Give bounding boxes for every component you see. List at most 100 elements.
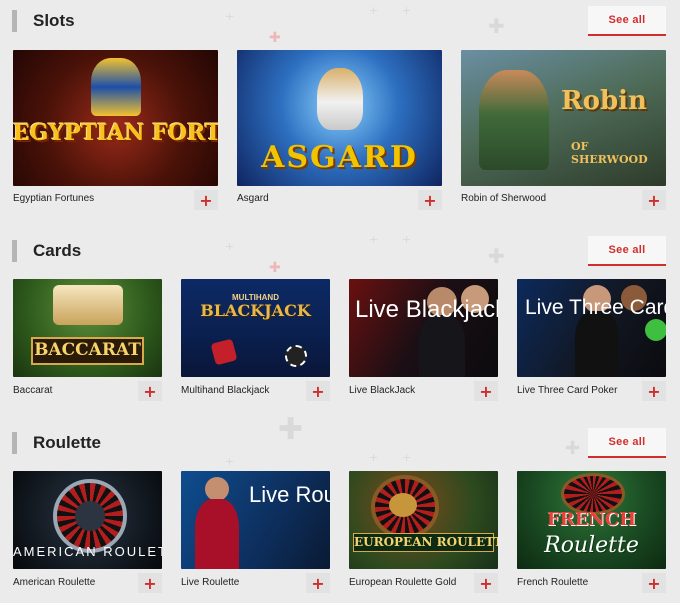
game-thumbnail[interactable]: Live Three Card Poker bbox=[517, 279, 666, 377]
thumbnail-title: BLACKJACK bbox=[200, 301, 311, 320]
game-card[interactable]: EGYPTIAN FORTUNES Egyptian Fortunes + bbox=[13, 50, 218, 210]
characters-art bbox=[479, 70, 549, 170]
chip-art bbox=[645, 319, 666, 341]
plus-icon: + bbox=[479, 381, 493, 401]
game-thumbnail[interactable]: MULTIHAND BLACKJACK bbox=[181, 279, 330, 377]
game-name: Robin of Sherwood bbox=[461, 193, 547, 204]
add-favorite-button[interactable]: + bbox=[306, 381, 330, 401]
game-card[interactable]: Live Blackjack Live BlackJack + bbox=[349, 279, 498, 401]
section-title: Cards bbox=[33, 241, 82, 260]
section-marker bbox=[12, 10, 17, 32]
game-thumbnail[interactable]: EUROPEAN ROULETTE GOLD SERIES bbox=[349, 471, 498, 569]
add-favorite-button[interactable]: + bbox=[306, 573, 330, 593]
section-title: Slots bbox=[33, 11, 75, 30]
plus-icon: + bbox=[647, 573, 661, 593]
pharaoh-art bbox=[91, 58, 141, 116]
game-thumbnail[interactable]: Robin OF SHERWOOD bbox=[461, 50, 666, 186]
thumbnail-title: EGYPTIAN FORTUNES bbox=[13, 120, 218, 146]
see-all-button[interactable]: See all bbox=[588, 428, 666, 458]
dealer-body-art bbox=[575, 311, 619, 377]
add-favorite-button[interactable]: + bbox=[642, 381, 666, 401]
see-all-button[interactable]: See all bbox=[588, 6, 666, 36]
game-card[interactable]: FRENCH Roulette French Roulette + bbox=[517, 471, 666, 593]
add-favorite-button[interactable]: + bbox=[474, 573, 498, 593]
thumbnail-title: FRENCH bbox=[546, 509, 637, 530]
game-name: European Roulette Gold bbox=[349, 577, 457, 588]
game-thumbnail[interactable]: ASGARD bbox=[237, 50, 442, 186]
thumbnail-subtitle: OF SHERWOOD bbox=[571, 140, 648, 166]
game-name: American Roulette bbox=[13, 577, 96, 588]
section-title: Roulette bbox=[33, 433, 101, 452]
game-card[interactable]: AMERICAN ROULETTE American Roulette + bbox=[13, 471, 162, 593]
add-favorite-button[interactable]: + bbox=[138, 573, 162, 593]
plus-icon: + bbox=[311, 381, 325, 401]
decor-plus-icon: + bbox=[369, 4, 379, 17]
dealer-art bbox=[205, 477, 229, 501]
game-thumbnail[interactable]: BACCARAT bbox=[13, 279, 162, 377]
dealer-body-art bbox=[419, 315, 465, 377]
add-favorite-button[interactable]: + bbox=[418, 190, 442, 210]
decor-plus-icon: ✚ bbox=[488, 14, 505, 38]
game-name: Live BlackJack bbox=[349, 385, 416, 396]
game-card[interactable]: EUROPEAN ROULETTE GOLD SERIES European R… bbox=[349, 471, 498, 593]
thumbnail-title: Live Roulette bbox=[249, 482, 330, 507]
plus-icon: + bbox=[143, 573, 157, 593]
game-thumbnail[interactable]: Live Blackjack bbox=[349, 279, 498, 377]
game-card[interactable]: BACCARAT Baccarat + bbox=[13, 279, 162, 401]
section-marker bbox=[12, 240, 17, 262]
game-name: Live Roulette bbox=[181, 577, 240, 588]
see-all-button[interactable]: See all bbox=[588, 236, 666, 266]
decor-plus-icon: ✚ bbox=[278, 412, 304, 447]
thumbnail-title: AMERICAN ROULETTE bbox=[13, 544, 162, 559]
section-header: Slots bbox=[12, 6, 75, 36]
decor-plus-icon: + bbox=[369, 451, 379, 464]
game-thumbnail[interactable]: FRENCH Roulette bbox=[517, 471, 666, 569]
thumbnail-title: Robin bbox=[561, 86, 647, 116]
game-card[interactable]: Live Roulette Live Roulette + bbox=[181, 471, 330, 593]
decor-plus-icon: + bbox=[369, 233, 379, 246]
wheel-center-art bbox=[389, 493, 417, 517]
decor-plus-icon: ✚ bbox=[269, 30, 281, 46]
god-art bbox=[317, 68, 363, 130]
game-name: Live Three Card Poker bbox=[517, 385, 618, 396]
section-header: Cards bbox=[12, 236, 81, 266]
game-name: Baccarat bbox=[13, 385, 53, 396]
game-name: Multihand Blackjack bbox=[181, 385, 270, 396]
playing-cards-art bbox=[53, 285, 123, 325]
decor-plus-icon: + bbox=[402, 4, 412, 17]
game-card[interactable]: ASGARD Asgard + bbox=[237, 50, 442, 210]
chip-art bbox=[285, 345, 307, 367]
plus-icon: + bbox=[479, 573, 493, 593]
wheel-center-art bbox=[75, 501, 105, 531]
game-card[interactable]: MULTIHAND BLACKJACK Multihand Blackjack … bbox=[181, 279, 330, 401]
thumbnail-title: EUROPEAN ROULETTE GOLD SERIES bbox=[353, 533, 498, 552]
add-favorite-button[interactable]: + bbox=[474, 381, 498, 401]
add-favorite-button[interactable]: + bbox=[138, 381, 162, 401]
game-thumbnail[interactable]: EGYPTIAN FORTUNES bbox=[13, 50, 218, 186]
add-favorite-button[interactable]: + bbox=[642, 573, 666, 593]
section-header: Roulette bbox=[12, 428, 101, 458]
game-thumbnail[interactable]: AMERICAN ROULETTE bbox=[13, 471, 162, 569]
add-favorite-button[interactable]: + bbox=[642, 190, 666, 210]
add-favorite-button[interactable]: + bbox=[194, 190, 218, 210]
decor-plus-icon: ✚ bbox=[488, 244, 505, 268]
thumbnail-subtitle: Roulette bbox=[544, 533, 639, 558]
decor-plus-icon: + bbox=[402, 451, 412, 464]
game-card[interactable]: Live Three Card Poker Live Three Card Po… bbox=[517, 279, 666, 401]
thumbnail-title: ASGARD bbox=[261, 140, 418, 175]
game-name: Egyptian Fortunes bbox=[13, 193, 95, 204]
section-marker bbox=[12, 432, 17, 454]
plus-icon: + bbox=[423, 190, 437, 210]
thumbnail-title: Live Blackjack bbox=[355, 296, 498, 323]
decor-plus-icon: + bbox=[225, 455, 235, 468]
decor-plus-icon: ✚ bbox=[269, 260, 281, 276]
game-thumbnail[interactable]: Live Roulette bbox=[181, 471, 330, 569]
decor-plus-icon: + bbox=[225, 10, 235, 23]
plus-icon: + bbox=[311, 573, 325, 593]
dealer-body-art bbox=[195, 499, 239, 569]
plus-icon: + bbox=[647, 190, 661, 210]
card-art bbox=[210, 338, 238, 366]
decor-plus-icon: + bbox=[402, 233, 412, 246]
game-card[interactable]: Robin OF SHERWOOD Robin of Sherwood + bbox=[461, 50, 666, 210]
plus-icon: + bbox=[647, 381, 661, 401]
